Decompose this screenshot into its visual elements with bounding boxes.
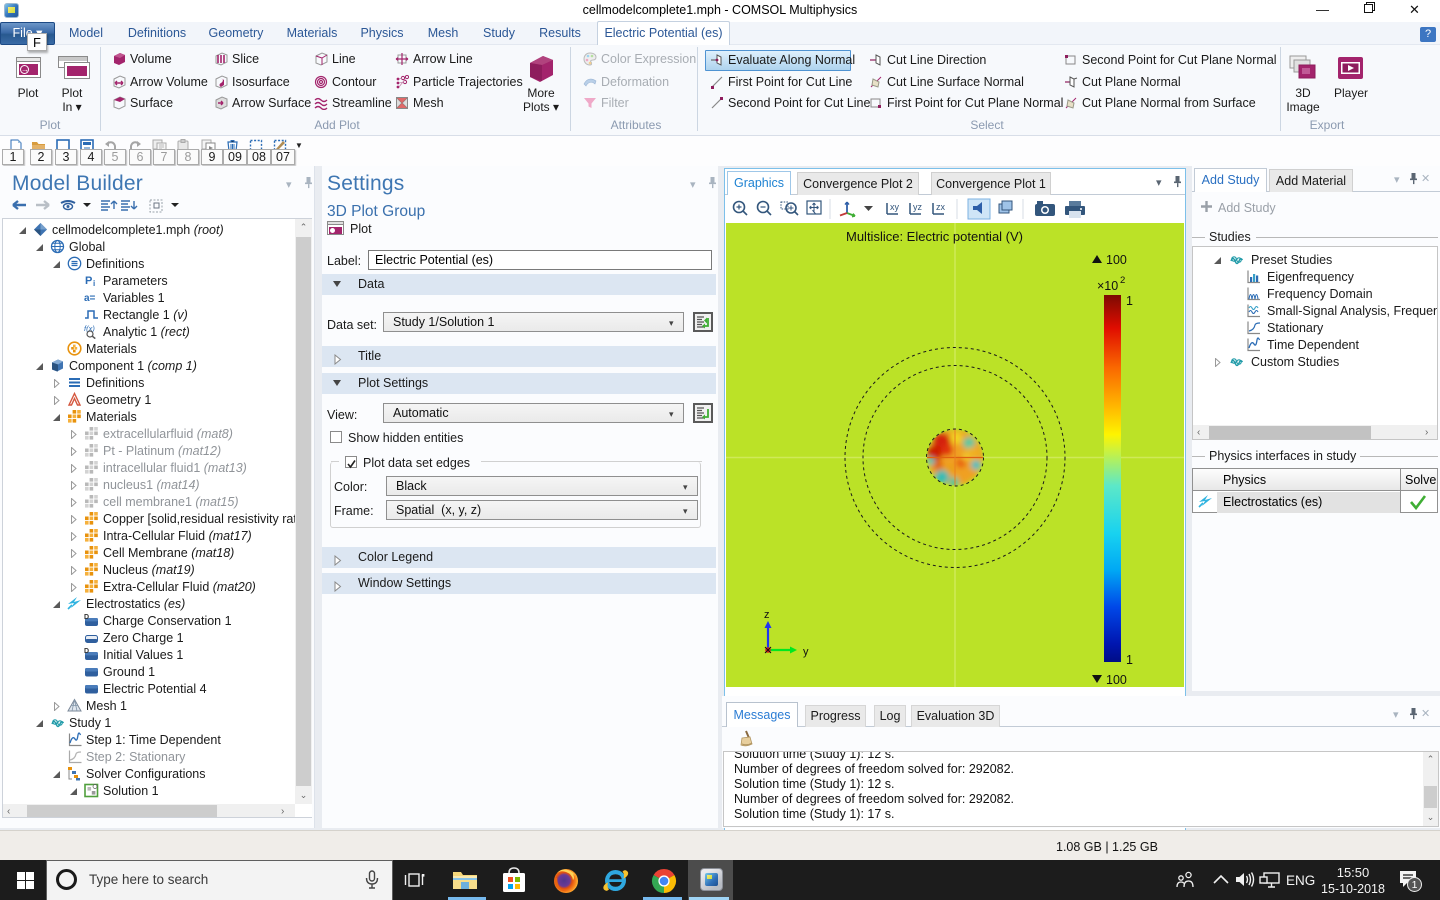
svg-text:zx: zx bbox=[936, 202, 946, 212]
svg-text:P: P bbox=[85, 275, 92, 287]
svg-text:z: z bbox=[764, 609, 770, 621]
svg-text:1: 1 bbox=[1126, 294, 1133, 308]
svg-text:yz: yz bbox=[913, 202, 923, 212]
svg-text:D: D bbox=[84, 648, 89, 655]
svg-text:a=: a= bbox=[84, 293, 96, 304]
svg-text:f(x): f(x) bbox=[84, 324, 95, 333]
svg-text:100: 100 bbox=[1106, 673, 1127, 687]
svg-text:i: i bbox=[93, 279, 95, 288]
svg-text:1: 1 bbox=[1126, 653, 1133, 667]
svg-text:Multislice: Electric potential: Multislice: Electric potential (V) bbox=[846, 229, 1023, 244]
svg-text:D: D bbox=[84, 614, 89, 621]
svg-text:100: 100 bbox=[1106, 253, 1127, 267]
svg-text:2: 2 bbox=[1120, 275, 1125, 286]
svg-text:y: y bbox=[803, 646, 809, 658]
svg-text:xy: xy bbox=[890, 202, 900, 212]
svg-text:×10: ×10 bbox=[1097, 279, 1118, 293]
